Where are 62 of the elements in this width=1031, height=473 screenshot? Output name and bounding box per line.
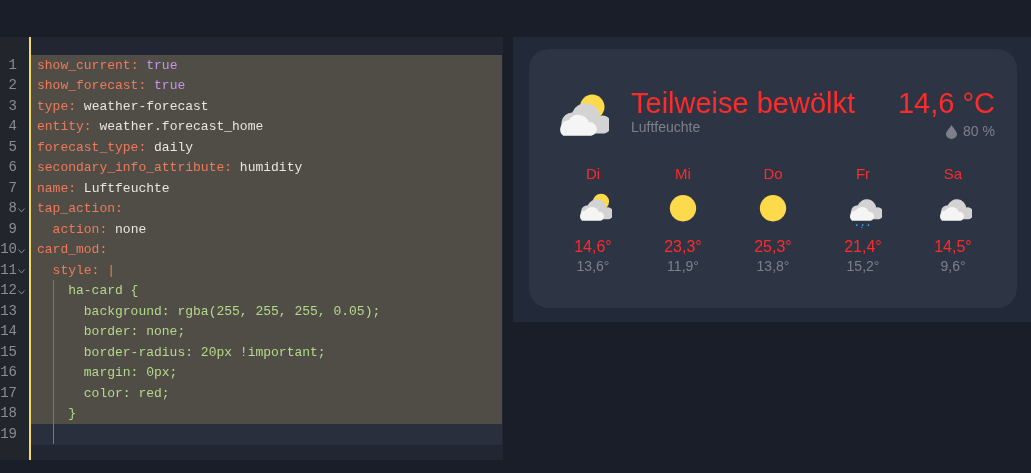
low-temperature: 9,6° [940, 257, 966, 275]
low-temperature: 15,2° [846, 257, 880, 275]
code-text: name: Luftfeuchte [37, 179, 170, 198]
code-text: } [67, 405, 76, 423]
low-temperature: 13,6° [576, 257, 610, 275]
card-name: Luftfeuchte [631, 119, 702, 136]
code-text: style: | [51, 261, 116, 280]
line-number: 5 [8, 137, 17, 157]
line-number: 18 [0, 404, 17, 424]
line-number: 7 [8, 178, 17, 198]
code-text: border-radius: 20px !important; [82, 343, 326, 362]
line-number: 9 [8, 219, 17, 239]
code-text: margin: 0px; [82, 364, 178, 382]
day-label: Di [585, 165, 601, 183]
day-label: Sa [943, 165, 963, 183]
line-number: 11 [0, 260, 17, 280]
high-temperature: 21,4° [844, 237, 882, 257]
code-text: border: none; [82, 323, 186, 341]
humidity-icon [946, 124, 958, 139]
code-text: type: weather-forecast [37, 97, 209, 116]
line-number: 1 [8, 55, 17, 75]
line-number: 2 [8, 76, 17, 96]
fold-chevron-icon[interactable] [18, 248, 25, 254]
fold-chevron-icon[interactable] [18, 269, 25, 275]
day-label: Mi [675, 165, 691, 183]
fold-chevron-icon[interactable] [18, 207, 25, 213]
line-number: 12 [0, 281, 17, 301]
temperature-text: 14,6 °C [897, 87, 995, 119]
line-number: 13 [0, 301, 17, 321]
humidity-value: 80 % [963, 122, 995, 141]
code-text: secondary_info_attribute: humidity [37, 159, 303, 177]
code-text: forecast_type: daily [37, 138, 194, 157]
condition-text: Teilweise bewölkt [631, 87, 857, 119]
code-text: color: red; [82, 384, 170, 403]
line-number: 17 [0, 383, 17, 403]
high-temperature: 23,3° [664, 237, 702, 257]
low-temperature: 11,9° [667, 257, 699, 275]
line-number: 16 [0, 363, 17, 383]
line-number: 10 [0, 240, 17, 260]
day-label: Fr [855, 165, 871, 183]
line-number: 14 [0, 322, 17, 342]
code-text: show_forecast: true [37, 77, 186, 95]
line-number: 8 [8, 199, 17, 219]
code-text: action: none [51, 220, 147, 239]
day-label: Do [763, 165, 783, 183]
high-temperature: 14,6° [574, 237, 612, 257]
code-text: entity: weather.forecast_home [37, 118, 264, 136]
low-temperature: 13,8° [756, 257, 790, 275]
line-number: 19 [0, 424, 17, 444]
code-text: background: rgba(255, 255, 255, 0.05); [82, 302, 381, 321]
line-number: 6 [8, 158, 17, 178]
line-number: 15 [0, 342, 17, 362]
code-text: tap_action: [37, 200, 123, 218]
code-text: card_mod: [37, 241, 108, 259]
high-temperature: 25,3° [754, 237, 792, 257]
line-number: 4 [8, 117, 17, 137]
code-editor[interactable] [0, 37, 503, 460]
code-text: ha-card { [67, 282, 139, 300]
line-number: 3 [8, 96, 17, 116]
code-text: show_current: true [37, 56, 178, 75]
high-temperature: 14,5° [934, 237, 972, 257]
fold-chevron-icon[interactable] [18, 289, 25, 295]
